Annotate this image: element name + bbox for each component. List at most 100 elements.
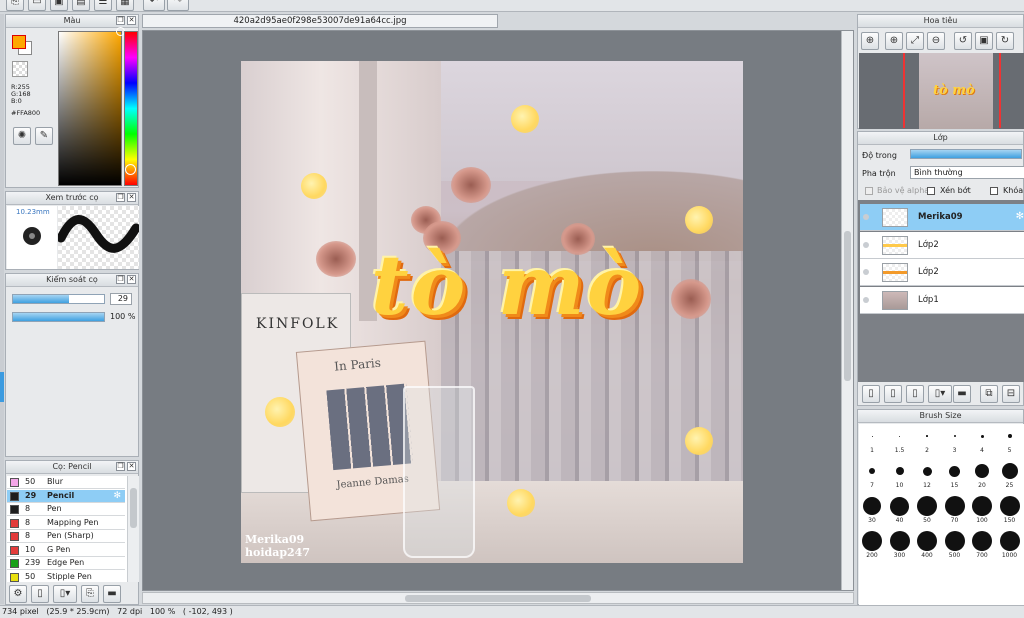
lock-checkbox[interactable]	[990, 187, 998, 195]
brush-copy-icon[interactable]: ⎘	[81, 585, 99, 603]
layer-visibility-icon[interactable]	[863, 214, 869, 220]
brush-size-dot[interactable]	[895, 467, 904, 475]
navigator-thumbnail[interactable]: tò mò	[859, 53, 1024, 129]
brush-size-dot[interactable]	[869, 468, 875, 474]
brush-size-dot[interactable]	[922, 466, 932, 476]
rotate-right-icon[interactable]: ↻	[996, 32, 1014, 50]
brush-list-item[interactable]: 10 G Pen	[7, 543, 125, 557]
layer-folder-icon[interactable]: ▬	[953, 385, 971, 403]
brush-size-dot[interactable]	[889, 531, 910, 551]
file-icon[interactable]: ⎘	[6, 0, 24, 11]
primary-color-swatch[interactable]	[12, 35, 26, 49]
brush-list-item[interactable]: 8 Mapping Pen	[7, 516, 125, 530]
grid-icon[interactable]: ▦	[116, 0, 134, 11]
layer-menu-icon[interactable]: ▯▾	[928, 385, 952, 403]
brush-size-dot[interactable]	[890, 496, 909, 516]
layer-visibility-icon[interactable]	[863, 269, 869, 275]
new-layer-3-icon[interactable]: ▯	[906, 385, 924, 403]
brush-size-dot[interactable]	[999, 496, 1020, 516]
redo-icon[interactable]: ↷	[167, 0, 189, 11]
rotate-left-icon[interactable]: ↺	[954, 32, 972, 50]
new-layer-icon[interactable]: ▯	[862, 385, 880, 403]
brush-opacity-slider[interactable]	[12, 312, 105, 322]
close-icon[interactable]: ✕	[127, 193, 136, 202]
brush-size-dot[interactable]	[899, 435, 900, 437]
brush-folder-icon[interactable]: ▬	[103, 585, 121, 603]
layer-row[interactable]: Lớp2	[860, 259, 1024, 286]
brush-size-dot[interactable]	[917, 496, 937, 516]
color-panel: Màu ❐ ✕ R:255 G:168 B:0 #FFA800 ✺ ✎	[5, 14, 139, 188]
page-icon[interactable]: ▤	[72, 0, 90, 11]
brush-size-dot[interactable]	[972, 496, 992, 516]
zoom-out-icon[interactable]: ⊖	[927, 32, 945, 50]
list-icon[interactable]: ☰	[94, 0, 112, 11]
brush-size-dot[interactable]	[926, 435, 928, 437]
gear-icon[interactable]: ✻	[113, 490, 121, 502]
canvas-horizontal-scrollbar[interactable]	[142, 592, 854, 604]
restore-icon[interactable]: ❐	[116, 462, 125, 471]
close-icon[interactable]: ✕	[127, 462, 136, 471]
brush-size-dot[interactable]	[871, 435, 873, 437]
brush-menu-icon[interactable]: ▯▾	[53, 585, 77, 603]
brush-size-dot[interactable]	[917, 531, 937, 551]
brush-size-dot[interactable]	[862, 531, 882, 551]
new-brush-icon[interactable]: ▯	[31, 585, 49, 603]
brush-list-item[interactable]: 8 Pen	[7, 503, 125, 516]
layer-visibility-icon[interactable]	[863, 296, 869, 303]
canvas-viewport[interactable]: KINFOLK In Paris Jeanne Damas tò mò Meri…	[142, 30, 854, 591]
palette-edit-icon[interactable]: ✎	[35, 127, 53, 145]
brush-list-item[interactable]: 50 Stipple Pen	[7, 570, 125, 582]
chat-icon[interactable]: ▭	[28, 0, 46, 11]
protect-alpha-checkbox[interactable]	[865, 187, 873, 195]
brush-list-item[interactable]: 50 Blur	[7, 476, 125, 489]
brush-list-item[interactable]: 29 Pencil ✻	[7, 489, 125, 503]
layer-row[interactable]: Merika09 ✻	[860, 204, 1024, 231]
saturation-value-picker[interactable]	[58, 31, 122, 186]
restore-icon[interactable]: ❐	[116, 193, 125, 202]
brush-settings-icon[interactable]: ⚙	[9, 585, 27, 603]
brush-size-dot[interactable]	[953, 435, 956, 437]
brush-size-dot[interactable]	[1001, 463, 1018, 479]
layer-opacity-slider[interactable]	[910, 149, 1022, 159]
transparent-swatch[interactable]	[12, 61, 28, 77]
brush-size-dot[interactable]	[980, 434, 984, 438]
canvas-vertical-scrollbar[interactable]	[841, 31, 853, 590]
blend-mode-select[interactable]: Bình thường	[910, 166, 1024, 179]
layer-copy-icon[interactable]: ⧉	[980, 385, 998, 403]
brush-size-value[interactable]: 29	[110, 293, 132, 305]
palette-icon[interactable]: ✺	[13, 127, 31, 145]
close-icon[interactable]: ✕	[127, 275, 136, 284]
brush-list-scrollbar[interactable]	[127, 476, 139, 582]
zoom-in-2-icon[interactable]: ⊕	[885, 32, 903, 50]
document-tab[interactable]: 420a2d95ae0f298e53007de91a64cc.jpg	[142, 14, 498, 28]
brush-size-dot[interactable]	[949, 465, 960, 477]
layer-visibility-icon[interactable]	[863, 241, 869, 248]
brush-size-dot[interactable]	[944, 496, 965, 516]
navigator-view-box[interactable]	[903, 53, 1001, 128]
fit-icon[interactable]: ⤢	[906, 32, 924, 50]
brush-size-dot[interactable]	[1007, 434, 1012, 438]
brush-size-slider[interactable]	[12, 294, 105, 304]
brush-size-dot[interactable]	[999, 531, 1020, 551]
brush-list-item[interactable]: 239 Edge Pen	[7, 557, 125, 570]
layer-merge-icon[interactable]: ⊟	[1002, 385, 1020, 403]
brush-color-swatch	[10, 505, 19, 514]
restore-icon[interactable]: ❐	[116, 16, 125, 25]
clipping-checkbox[interactable]	[927, 187, 935, 195]
brush-list-item[interactable]: 8 Pen (Sharp)	[7, 530, 125, 543]
layer-row[interactable]: Lớp2	[860, 231, 1024, 259]
hue-slider[interactable]	[124, 31, 138, 186]
new-layer-2-icon[interactable]: ▯	[884, 385, 902, 403]
brush-size-dot[interactable]	[944, 531, 965, 551]
close-icon[interactable]: ✕	[127, 16, 136, 25]
layer-row[interactable]: Lớp1	[860, 286, 1024, 314]
brush-size-dot[interactable]	[863, 497, 881, 515]
brush-size-dot[interactable]	[975, 464, 989, 478]
undo-icon[interactable]: ↶	[143, 0, 165, 11]
gear-icon[interactable]: ✻	[1016, 211, 1024, 222]
reset-view-icon[interactable]: ▣	[975, 32, 993, 50]
zoom-in-icon[interactable]: ⊕	[861, 32, 879, 50]
brush-size-dot[interactable]	[972, 531, 992, 551]
monitor-icon[interactable]: ▣	[50, 0, 68, 11]
restore-icon[interactable]: ❐	[116, 275, 125, 284]
